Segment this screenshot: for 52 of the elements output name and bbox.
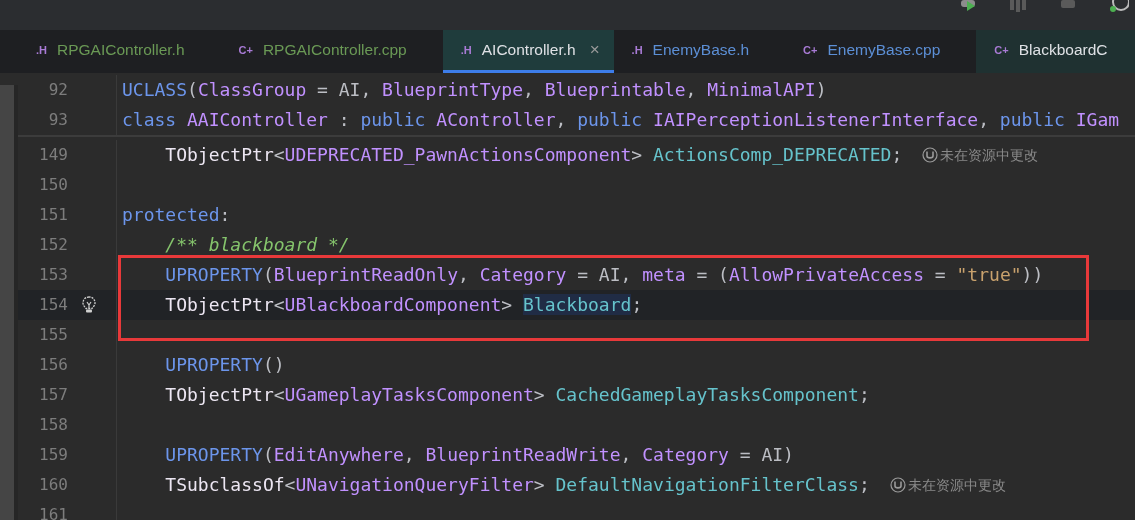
tab-label: RPGAIController.cpp [262, 41, 407, 59]
lightbulb-icon[interactable] [82, 296, 96, 314]
circle-icon[interactable] [1107, 0, 1129, 13]
scrollbar[interactable] [0, 85, 18, 520]
file-type-icon: .H [36, 44, 47, 56]
tab-label: EnemyBase.cpp [827, 41, 941, 59]
line-number: 158 [38, 414, 68, 436]
line-number: 157 [38, 384, 68, 406]
tab-label: AIController.h [481, 41, 576, 59]
circle-logo-icon [889, 477, 906, 493]
code-line: /** blackboard */ [164, 233, 350, 257]
code-line: protected: [122, 203, 231, 227]
line-number: 155 [38, 324, 68, 346]
tab-label: RPGAIController.h [57, 41, 185, 59]
code-line: TObjectPtr<UDEPRECATED_PawnActionsComponent> ActionsComp_DEPRECATED; [164, 143, 903, 167]
code-line: UPROPERTY(EditAnywhere, BlueprintReadWrite, Category = AI) [164, 443, 794, 467]
line-number: 160 [38, 474, 68, 496]
line-number: 92 [47, 79, 68, 101]
close-icon[interactable]: × [589, 40, 600, 60]
line-number: 151 [38, 204, 68, 226]
file-type-icon: .H [631, 44, 643, 56]
tab-label: EnemyBase.h [652, 41, 750, 59]
tab-label: BlackboardC [1018, 41, 1108, 59]
file-type-icon: C+ [238, 44, 253, 56]
file-tab[interactable]: C+ BlackboardC [976, 30, 1135, 73]
line-number: 154 [38, 294, 68, 316]
line-number: 149 [38, 144, 68, 166]
file-tab[interactable]: .H AIController.h × [442, 30, 614, 73]
code-line: TObjectPtr<UBlackboardComponent> Blackboard; [164, 293, 643, 317]
file-type-icon: .H [460, 44, 472, 56]
line-number: 150 [38, 174, 68, 196]
inline-hint: 未在资源中更改 [907, 476, 1006, 495]
inline-hint: 未在资源中更改 [940, 146, 1039, 165]
line-number: 156 [38, 354, 68, 376]
file-type-icon: C+ [994, 44, 1009, 56]
line-number: 161 [38, 504, 68, 520]
code-line: TObjectPtr<UGameplayTasksComponent> CachedGameplayTasksComponent; [164, 383, 870, 407]
code-line: UPROPERTY(BlueprintReadOnly, Category = AI, meta = (AllowPrivateAccess = "true")) [164, 263, 1044, 287]
file-tab[interactable]: .H RPGAIController.h [18, 30, 221, 73]
file-tab[interactable]: C+ RPGAIController.cpp [220, 30, 443, 73]
file-type-icon: C+ [803, 44, 818, 56]
code-line: TSubclassOf<UNavigationQueryFilter> DefaultNavigationFilterClass; [164, 473, 870, 497]
code-line: UPROPERTY() [164, 353, 285, 377]
line-number: 153 [38, 264, 68, 286]
line-number: 93 [47, 109, 68, 131]
file-tab[interactable]: .H EnemyBase.h [613, 30, 786, 73]
line-number: 159 [38, 444, 68, 466]
line-number: 152 [38, 234, 68, 256]
code-line: class AAIController : public AController, public IAIPerceptionListenerInterface, public IGam [122, 108, 1120, 132]
file-tab[interactable]: C+ EnemyBase.cpp [785, 30, 977, 73]
circle-logo-icon [922, 147, 939, 163]
code-line: UCLASS(ClassGroup = AI, BlueprintType, Blueprintable, MinimalAPI) [122, 78, 827, 102]
